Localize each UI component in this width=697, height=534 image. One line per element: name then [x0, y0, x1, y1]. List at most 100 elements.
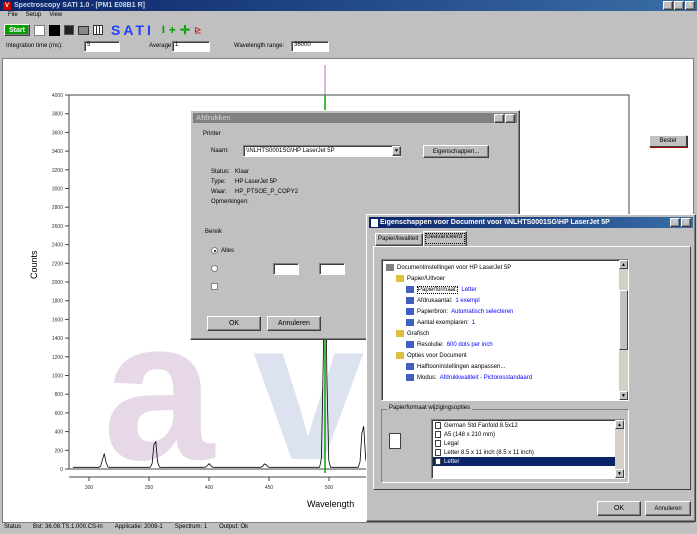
settings-tree[interactable]: Documentinstellingen voor HP LaserJet 5P… [381, 259, 629, 401]
tree-item-label: Afdrukaantal: [417, 297, 453, 304]
info-key: Waar: [211, 189, 227, 195]
tree-scroll-down[interactable]: ▼ [619, 391, 628, 400]
range-all-option[interactable]: Alles [211, 247, 234, 254]
integration-time-input[interactable]: 5 [84, 41, 120, 52]
grid-icon[interactable] [93, 25, 103, 35]
average-input[interactable]: 1 [172, 41, 210, 52]
tree-item[interactable]: Papierbron: Automatisch selecteren [384, 306, 626, 317]
format-option-label: German Std Fanfold 8.5x12 [444, 422, 518, 429]
tree-item[interactable]: Halftooninstellingen aanpassen... [384, 361, 626, 372]
move-icon[interactable]: ✛ [180, 23, 190, 37]
tree-item-value[interactable]: Afdrukkwaliteit - Pictoresstandaard [440, 375, 532, 381]
printer-select-dropdown[interactable]: ▼ [392, 146, 401, 156]
y-tick-label: 3000 [52, 187, 63, 193]
range-all-radio[interactable] [211, 247, 218, 254]
black-color-icon[interactable] [49, 24, 60, 36]
y-tick-label: 1200 [52, 355, 63, 361]
printer-name-label: Naam: [211, 148, 229, 154]
properties-cancel-button[interactable]: Annuleren [645, 501, 691, 516]
tree-item[interactable]: Documentinstellingen voor HP LaserJet 5P [384, 262, 626, 273]
tree-item[interactable]: Opties voor Document [384, 350, 626, 361]
range-selection-checkbox[interactable] [211, 283, 218, 290]
wavelength-range-input[interactable]: 36000 [291, 41, 329, 52]
white-color-icon[interactable] [34, 24, 45, 36]
to-page-input[interactable] [319, 263, 345, 275]
page-icon [435, 449, 441, 456]
from-page-input[interactable] [273, 263, 299, 275]
info-key: Type: [211, 179, 226, 185]
page-icon [435, 458, 441, 465]
properties-button[interactable]: Eigenschappen... [423, 145, 489, 158]
range-group-label: Bereik [205, 229, 223, 235]
toolbar: Start SATI I + ✛ ⊵ [4, 22, 304, 38]
y-tick-label: 2800 [52, 205, 63, 211]
printer-name-select[interactable]: \\NLHTS0001SG\HP LaserJet 5P [243, 145, 401, 157]
y-tick-label: 200 [55, 448, 64, 454]
tree-item[interactable]: Aantal exemplaren: 1 [384, 317, 626, 328]
paper-icon [389, 433, 401, 449]
tab-advanced[interactable]: Geavanceerd [423, 231, 467, 246]
tree-item[interactable]: Resolutie: 600 dots per inch [384, 339, 626, 350]
tree-item[interactable]: Grafisch [384, 328, 626, 339]
format-scroll-down[interactable]: ▼ [615, 469, 624, 478]
range-pages-radio[interactable] [211, 265, 218, 272]
tree-item-value[interactable]: 600 dots per inch [447, 342, 493, 348]
tree-scroll-up[interactable]: ▲ [619, 260, 628, 269]
print-ok-button[interactable]: OK [207, 316, 261, 331]
cursor-icon[interactable]: I [162, 24, 165, 36]
save-icon[interactable] [64, 25, 74, 35]
close-button[interactable]: × [685, 1, 695, 10]
tree-item-value[interactable]: 1 exempl [455, 298, 479, 304]
tree-item-value[interactable]: Automatisch selecteren [451, 309, 513, 315]
minimize-button[interactable]: _ [663, 1, 673, 10]
print-help-button[interactable]: ? [494, 113, 504, 123]
y-tick-label: 3800 [52, 112, 63, 118]
tab-paper-quality[interactable]: Papier/kwaliteit [375, 233, 423, 246]
setting-icon [406, 319, 414, 326]
format-option[interactable]: A5 (148 x 210 mm) [433, 430, 623, 439]
format-option[interactable]: German Std Fanfold 8.5x12 [433, 421, 623, 430]
print-cancel-button[interactable]: Annuleren [267, 316, 321, 331]
menu-setup[interactable]: Setup [26, 12, 42, 21]
tree-item-value[interactable]: Letter [461, 287, 476, 293]
menu-view[interactable]: View [49, 12, 62, 21]
x-tick-label: 350 [145, 485, 154, 491]
side-button[interactable]: Bestel [649, 135, 687, 147]
range-selection-option[interactable] [211, 283, 218, 292]
main-title-bar: V Spectroscopy SATI 1.0 - [PM1 E08B1 R] … [0, 0, 697, 11]
properties-help-button[interactable]: ? [670, 218, 680, 227]
format-option[interactable]: Letter [433, 457, 623, 466]
add-marker-icon[interactable]: + [169, 23, 176, 37]
tree-item[interactable]: Modus: Afdrukkwaliteit - Pictoresstandaar… [384, 372, 626, 383]
tree-item-label: Modus: [417, 374, 437, 381]
chart-icon[interactable]: ⊵ [194, 25, 202, 36]
properties-close-button[interactable]: × [681, 218, 691, 227]
tree-scroll-thumb[interactable] [619, 290, 628, 350]
folder-icon [396, 330, 404, 337]
tree-item-value[interactable]: 1 [472, 320, 475, 326]
tree-item[interactable]: Afdrukaantal: 1 exempl [384, 295, 626, 306]
format-option[interactable]: Legal [433, 439, 623, 448]
format-group-label: Papierformaat wijzigingsopties [387, 405, 473, 411]
average-label: Average: [149, 43, 173, 49]
y-tick-label: 1000 [52, 374, 63, 380]
properties-ok-button[interactable]: OK [597, 501, 641, 516]
maximize-button[interactable]: □ [674, 1, 684, 10]
tree-item[interactable]: Papierformaat: Letter [384, 284, 626, 295]
properties-dialog-title-bar: Eigenschappen voor Document voor \\NLHTS… [369, 217, 693, 228]
menu-file[interactable]: File [8, 12, 18, 21]
format-scroll-up[interactable]: ▲ [615, 420, 624, 429]
print-dialog-title: Afdrukken [196, 114, 231, 122]
print-icon[interactable] [78, 25, 89, 35]
print-close-button[interactable]: × [505, 113, 515, 123]
y-tick-label: 4000 [52, 93, 63, 99]
range-pages-option[interactable] [211, 265, 221, 274]
y-tick-label: 2400 [52, 243, 63, 249]
x-tick-label: 300 [85, 485, 94, 491]
format-option[interactable]: Letter 8.5 x 11 inch (8.5 x 11 inch) [433, 448, 623, 457]
start-button[interactable]: Start [4, 24, 30, 36]
page-icon [435, 440, 441, 447]
properties-dialog: Eigenschappen voor Document voor \\NLHTS… [366, 214, 696, 522]
tree-item[interactable]: Papier/Uitvoer [384, 273, 626, 284]
format-list[interactable]: German Std Fanfold 8.5x12 A5 (148 x 210 m… [431, 419, 625, 479]
